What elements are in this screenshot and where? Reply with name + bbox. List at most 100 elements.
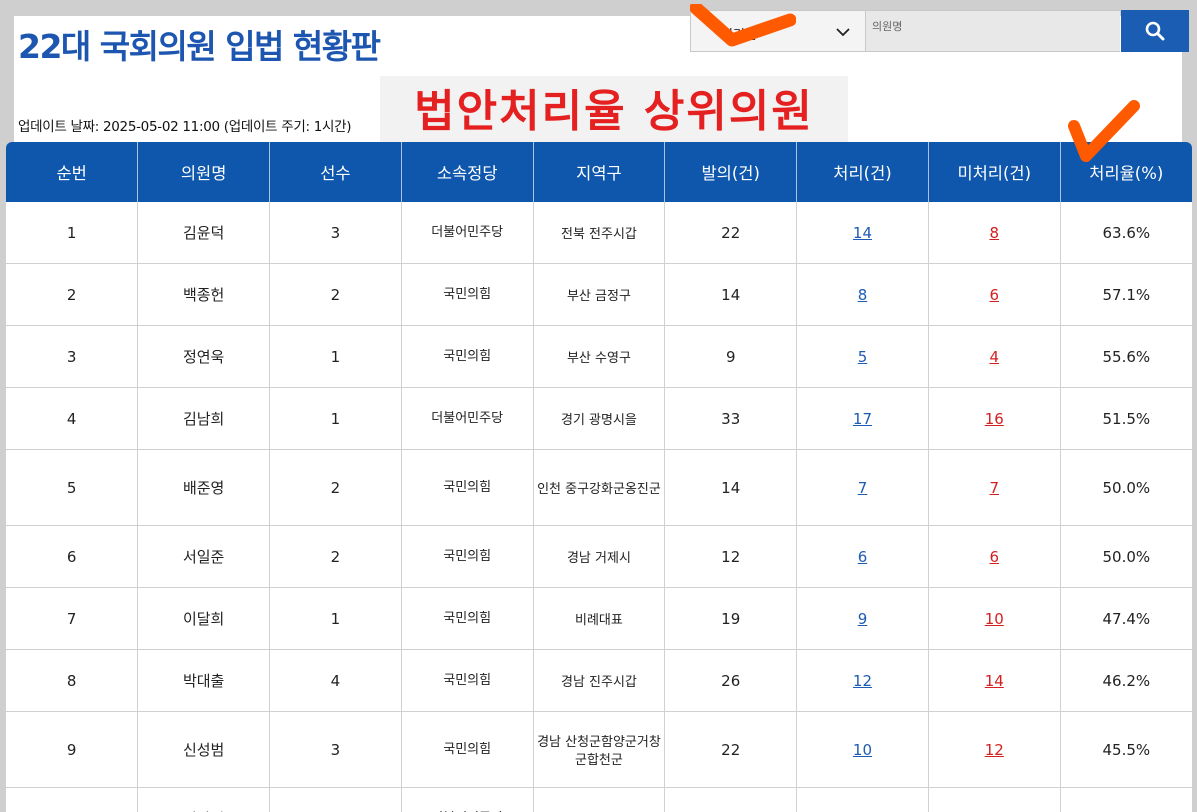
unprocessed-count-link[interactable]: 10 <box>985 610 1004 628</box>
unprocessed-count-link[interactable]: 7 <box>989 479 999 497</box>
rank-cell: 7 <box>6 587 139 650</box>
column-header: 순번 <box>6 142 139 202</box>
processed-count-link[interactable]: 6 <box>858 548 868 566</box>
unprocessed-cell: 10 <box>928 587 1061 650</box>
unprocessed-count-link[interactable]: 4 <box>989 348 999 366</box>
terms-cell: 1 <box>269 325 402 388</box>
rate-cell: 50.0% <box>1060 449 1192 526</box>
unprocessed-cell: 16 <box>928 387 1061 450</box>
rank-cell: 1 <box>6 202 139 264</box>
table-row: 2 백종헌 2 국민의힘 부산 금정구 14 8 6 57.1% <box>6 263 1192 326</box>
processed-cell: 7 <box>796 449 929 526</box>
column-header: 발의(건) <box>664 142 798 202</box>
proposed-cell: 14 <box>664 263 798 326</box>
processed-cell: 14 <box>796 202 929 264</box>
unprocessed-cell: 14 <box>928 649 1061 712</box>
table-body: 1 김윤덕 3 더불어민주당 전북 전주시갑 22 14 8 63.6% 2 백종헌 2 국민의힘 부산 … <box>6 202 1192 812</box>
sort-select[interactable]: 처리율 <box>690 10 866 52</box>
proposed-cell: 19 <box>664 587 798 650</box>
unprocessed-count-link[interactable]: 14 <box>985 672 1004 690</box>
unprocessed-cell: 11 <box>928 787 1061 812</box>
proposed-cell: 20 <box>664 787 798 812</box>
column-header: 선수 <box>269 142 402 202</box>
unprocessed-cell: 12 <box>928 711 1061 788</box>
highlight-annotation: 법안처리율 상위의원 <box>380 76 848 148</box>
district-cell: 전북 전주시갑 <box>533 202 666 264</box>
column-header: 지역구 <box>533 142 666 202</box>
processed-cell: 10 <box>796 711 929 788</box>
search-button[interactable] <box>1121 10 1189 52</box>
rank-cell: 5 <box>6 449 139 526</box>
table-row: 7 이달희 1 국민의힘 비례대표 19 9 10 47.4% <box>6 587 1192 650</box>
rate-cell: 47.4% <box>1060 587 1192 650</box>
district-cell: 비례대표 <box>533 587 666 650</box>
party-cell: 국민의힘 <box>401 711 534 788</box>
district-cell: 경기 광명시을 <box>533 387 666 450</box>
unprocessed-cell: 6 <box>928 525 1061 588</box>
rank-cell: 3 <box>6 325 139 388</box>
column-header: 처리율(%) <box>1060 142 1192 202</box>
terms-cell: 1 <box>269 387 402 450</box>
rank-cell: 10 <box>6 787 139 812</box>
proposed-cell: 22 <box>664 711 798 788</box>
unprocessed-count-link[interactable]: 12 <box>985 741 1004 759</box>
terms-cell: 3 <box>269 711 402 788</box>
district-cell: 경기 용인시갑 <box>533 787 666 812</box>
name-cell: 김윤덕 <box>137 202 271 264</box>
name-cell: 이상식 <box>137 787 271 812</box>
table-row: 6 서일준 2 국민의힘 경남 거제시 12 6 6 50.0% <box>6 525 1192 588</box>
unprocessed-count-link[interactable]: 16 <box>985 410 1004 428</box>
column-header: 미처리(건) <box>928 142 1061 202</box>
party-cell: 더불어민주당 <box>401 202 534 264</box>
processed-count-link[interactable]: 7 <box>858 479 868 497</box>
party-cell: 국민의힘 <box>401 649 534 712</box>
unprocessed-count-link[interactable]: 6 <box>989 286 999 304</box>
chevron-down-icon <box>836 28 850 37</box>
processed-cell: 9 <box>796 787 929 812</box>
party-cell: 더불어민주당 <box>401 787 534 812</box>
processed-count-link[interactable]: 8 <box>858 286 868 304</box>
processed-count-link[interactable]: 9 <box>858 610 868 628</box>
name-cell: 신성범 <box>137 711 271 788</box>
update-info: 업데이트 날짜: 2025-05-02 11:00 (업데이트 주기: 1시간) <box>18 119 352 135</box>
rank-cell: 4 <box>6 387 139 450</box>
name-search-input[interactable] <box>866 10 1120 52</box>
terms-cell: 3 <box>269 202 402 264</box>
party-cell: 국민의힘 <box>401 525 534 588</box>
table-row: 9 신성범 3 국민의힘 경남 산청군함양군거창군합천군 22 10 12 45.5% <box>6 711 1192 788</box>
rate-cell: 46.2% <box>1060 649 1192 712</box>
district-cell: 경남 거제시 <box>533 525 666 588</box>
proposed-cell: 14 <box>664 449 798 526</box>
unprocessed-count-link[interactable]: 6 <box>989 548 999 566</box>
processed-cell: 9 <box>796 587 929 650</box>
name-cell: 박대출 <box>137 649 271 712</box>
legislator-table: 순번 의원명 선수 소속정당 지역구 발의(건) 처리(건) 미처리(건) 처리율(%) 1 김윤… <box>6 142 1192 812</box>
name-cell: 백종헌 <box>137 263 271 326</box>
terms-cell: 1 <box>269 787 402 812</box>
rate-cell: 55.6% <box>1060 325 1192 388</box>
party-cell: 국민의힘 <box>401 263 534 326</box>
name-cell: 정연욱 <box>137 325 271 388</box>
rank-cell: 6 <box>6 525 139 588</box>
processed-count-link[interactable]: 12 <box>853 672 872 690</box>
legislator-table-container: 순번 의원명 선수 소속정당 지역구 발의(건) 처리(건) 미처리(건) 처리율(%) 1 김윤… <box>6 142 1192 812</box>
district-cell: 부산 금정구 <box>533 263 666 326</box>
processed-count-link[interactable]: 10 <box>853 741 872 759</box>
rate-cell: 50.0% <box>1060 525 1192 588</box>
processed-cell: 17 <box>796 387 929 450</box>
processed-cell: 8 <box>796 263 929 326</box>
processed-count-link[interactable]: 14 <box>853 224 872 242</box>
rank-cell: 2 <box>6 263 139 326</box>
terms-cell: 2 <box>269 263 402 326</box>
district-cell: 경남 산청군함양군거창군합천군 <box>533 711 666 788</box>
name-cell: 김남희 <box>137 387 271 450</box>
unprocessed-count-link[interactable]: 8 <box>989 224 999 242</box>
district-cell: 부산 수영구 <box>533 325 666 388</box>
proposed-cell: 26 <box>664 649 798 712</box>
name-cell: 배준영 <box>137 449 271 526</box>
unprocessed-cell: 8 <box>928 202 1061 264</box>
processed-count-link[interactable]: 5 <box>858 348 868 366</box>
page-title: 22대 국회의원 입법 현황판 <box>18 27 381 66</box>
processed-count-link[interactable]: 17 <box>853 410 872 428</box>
district-cell: 경남 진주시갑 <box>533 649 666 712</box>
